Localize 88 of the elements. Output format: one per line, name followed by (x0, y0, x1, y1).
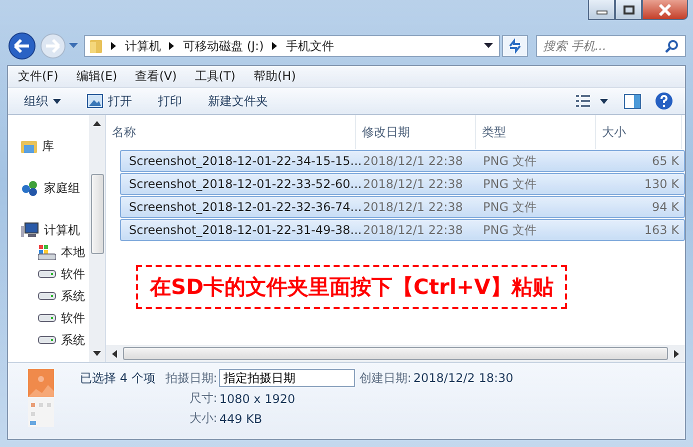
refresh-button[interactable] (502, 35, 528, 57)
view-options-icon[interactable] (576, 94, 610, 108)
property-label: 大小: (188, 410, 218, 427)
breadcrumb-arrow-icon[interactable] (111, 42, 117, 50)
file-row[interactable]: Screenshot_2018-12-01-22-31-49-38...2018/12/1 22:38 PNG 文件 163 K (120, 219, 685, 241)
breadcrumb-arrow-icon[interactable] (169, 42, 175, 50)
file-name: Screenshot_2018-12-01-22-34-15-15... (129, 154, 362, 168)
nav-item[interactable]: 软件 (8, 307, 89, 329)
image-icon (87, 94, 103, 108)
scroll-thumb[interactable] (90, 174, 104, 254)
property-value: 449 KB (219, 412, 264, 426)
table-cell-text: 163 K (643, 223, 680, 237)
drive-icon (38, 270, 56, 278)
file-name: Screenshot_2018-12-01-22-32-36-74... (129, 200, 362, 214)
folder-icon (89, 38, 103, 54)
table-cell-text: 94 K (651, 200, 680, 214)
menu-item[interactable]: 工具(T) (194, 68, 236, 85)
scroll-right-icon[interactable] (674, 350, 679, 358)
property-label: 尺寸: (188, 390, 218, 407)
breadcrumb-arrow-icon[interactable] (272, 42, 278, 50)
column-header[interactable]: 类型 (476, 115, 596, 149)
close-icon (658, 4, 672, 16)
file-name: Screenshot_2018-12-01-22-33-52-60... (129, 177, 362, 191)
column-header[interactable]: 大小 (596, 115, 682, 149)
nav-item[interactable]: 本地 (8, 241, 89, 263)
history-dropdown-icon[interactable] (69, 43, 78, 49)
property-label: 创建日期: (359, 370, 412, 386)
caret-icon (53, 98, 61, 104)
file-row[interactable]: Screenshot_2018-12-01-22-34-15-15...2018/12/1 22:38 PNG 文件 65 K (120, 150, 685, 172)
table-cell-text: 65 K (651, 154, 680, 168)
nav-item[interactable]: 计算机 (8, 219, 89, 241)
table-cell-text: PNG 文件 (482, 222, 538, 238)
nav-item[interactable]: 软件 (8, 263, 89, 285)
breadcrumb-item[interactable]: 可移动磁盘 (J:) (183, 38, 264, 54)
drive-icon (38, 292, 56, 300)
nav-item[interactable]: 系统 (8, 329, 89, 351)
table-cell-text: PNG 文件 (482, 152, 538, 170)
toolbar-button[interactable]: 组织 (18, 90, 67, 112)
nav-item[interactable]: 系统 (8, 285, 89, 307)
vertical-scrollbar[interactable] (89, 115, 105, 362)
column-header[interactable]: 名称 (106, 115, 356, 149)
column-header[interactable]: 修改日期 (356, 115, 476, 149)
scroll-left-icon[interactable] (112, 350, 117, 358)
back-button[interactable] (7, 31, 37, 61)
table-cell-text: 130 K (643, 177, 680, 191)
menu-item[interactable]: 文件(F) (18, 68, 58, 85)
nav-item[interactable]: 家庭组 (8, 177, 89, 199)
computer-icon (21, 222, 39, 238)
property-value: 1080 x 1920 (219, 392, 296, 406)
preview-pane-icon[interactable] (624, 94, 641, 108)
refresh-icon (507, 38, 523, 54)
scroll-up-icon[interactable] (93, 121, 101, 126)
maximize-button[interactable] (615, 0, 642, 20)
property-label: 拍摄日期: (165, 370, 218, 386)
horizontal-scrollbar[interactable] (106, 345, 685, 362)
drive-icon (38, 314, 56, 322)
nav-item[interactable]: 库 (8, 135, 89, 157)
toolbar-button[interactable]: 新建文件夹 (202, 90, 274, 112)
address-bar[interactable]: 计算机 可移动磁盘 (J:) 手机文件 (84, 35, 500, 57)
breadcrumb-item[interactable]: 计算机 (125, 38, 161, 54)
menu-item[interactable]: 查看(V) (135, 68, 177, 85)
file-row[interactable]: Screenshot_2018-12-01-22-32-36-74...2018/12/1 22:38 PNG 文件 94 K (120, 196, 685, 218)
maximize-icon (622, 4, 634, 14)
file-name: Screenshot_2018-12-01-22-31-49-38... (129, 223, 362, 237)
property-value: 2018/12/2 18:30 (413, 371, 514, 385)
menu-item[interactable]: 编辑(E) (76, 68, 118, 85)
annotation-callout: 在SD卡的文件夹里面按下【Ctrl+V】粘贴 (136, 265, 568, 309)
dropdown-icon[interactable] (484, 43, 493, 49)
search-field[interactable]: 搜索 手机... (536, 35, 686, 57)
drive-icon (38, 336, 56, 344)
input-field[interactable]: 指定拍摄日期 (219, 369, 356, 387)
menu-item[interactable]: 帮助(H) (254, 68, 296, 85)
table-cell-text: PNG 文件 (482, 176, 538, 192)
minimize-button[interactable] (588, 0, 615, 20)
homegroup-icon (21, 180, 39, 196)
windows-drive-icon (38, 244, 56, 260)
toolbar-button[interactable]: 打开 (81, 90, 138, 112)
toolbar-button[interactable]: 打印 (152, 90, 188, 112)
search-icon (665, 39, 679, 53)
selection-summary: 已选择 4 个项 (80, 370, 156, 386)
table-cell-text: PNG 文件 (482, 198, 538, 216)
close-button[interactable] (642, 0, 688, 20)
scroll-thumb[interactable] (123, 347, 668, 360)
file-row[interactable]: Screenshot_2018-12-01-22-33-52-60...2018/12/1 22:38 PNG 文件 130 K (120, 173, 685, 195)
breadcrumb-item[interactable]: 手机文件 (286, 38, 334, 54)
library-icon (21, 139, 37, 153)
scroll-down-icon[interactable] (93, 351, 101, 356)
help-icon[interactable] (655, 92, 673, 110)
